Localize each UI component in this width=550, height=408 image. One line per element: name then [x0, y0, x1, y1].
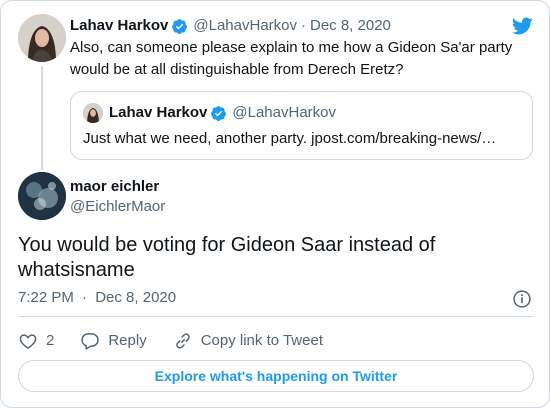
tweet-text: You would be voting for Gideon Saar inst… [18, 234, 436, 281]
embedded-tweet-card: Lahav Harkov @LahavHarkov · Dec 8, 2020 … [0, 0, 550, 408]
copy-link-label: Copy link to Tweet [200, 332, 323, 349]
reply-icon [81, 333, 100, 350]
parent-avatar[interactable] [18, 14, 66, 62]
action-bar: 2 Reply Copy link to Tweet [18, 330, 349, 352]
divider [18, 316, 534, 317]
info-icon[interactable] [512, 289, 532, 309]
quote-tweet-text: Just what we need, another party. jpost.… [83, 130, 497, 147]
parent-author-row[interactable]: Lahav Harkov @LahavHarkov · Dec 8, 2020 [70, 16, 391, 36]
reply-label: Reply [108, 332, 147, 349]
quote-avatar [83, 103, 103, 123]
quote-author-name: Lahav Harkov [109, 104, 208, 121]
separator: · [82, 289, 88, 306]
thread-connector [41, 66, 43, 170]
author-name[interactable]: maor eichler [70, 177, 159, 197]
tweet-timestamp[interactable]: 7:22 PM · Dec 8, 2020 [18, 288, 176, 308]
heart-icon [19, 334, 37, 349]
reply-button[interactable]: Reply [80, 331, 147, 351]
copy-link-button[interactable]: Copy link to Tweet [173, 331, 323, 351]
author-handle[interactable]: @EichlerMaor [70, 197, 165, 217]
quote-author-row: Lahav Harkov @LahavHarkov [109, 103, 336, 123]
quoted-tweet[interactable]: Lahav Harkov @LahavHarkov Just what we n… [70, 91, 533, 160]
verified-badge-icon [171, 18, 188, 35]
link-icon [175, 333, 190, 349]
like-button[interactable]: 2 [18, 331, 54, 351]
parent-author-handle[interactable]: @LahavHarkov [193, 16, 297, 36]
twitter-bird-icon[interactable] [510, 15, 534, 37]
quote-author-handle: @LahavHarkov [232, 104, 336, 121]
separator: · [301, 17, 306, 34]
parent-date[interactable]: Dec 8, 2020 [310, 16, 391, 36]
verified-badge-icon [210, 105, 227, 122]
parent-author-name[interactable]: Lahav Harkov [70, 16, 168, 36]
author-avatar[interactable] [18, 172, 66, 220]
like-count: 2 [46, 332, 55, 349]
tweet-date[interactable]: Dec 8, 2020 [95, 289, 176, 306]
explore-twitter-button[interactable]: Explore what's happening on Twitter [18, 360, 534, 392]
parent-tweet-text: Also, can someone please explain to me h… [70, 39, 513, 78]
tweet-time[interactable]: 7:22 PM [18, 289, 74, 306]
